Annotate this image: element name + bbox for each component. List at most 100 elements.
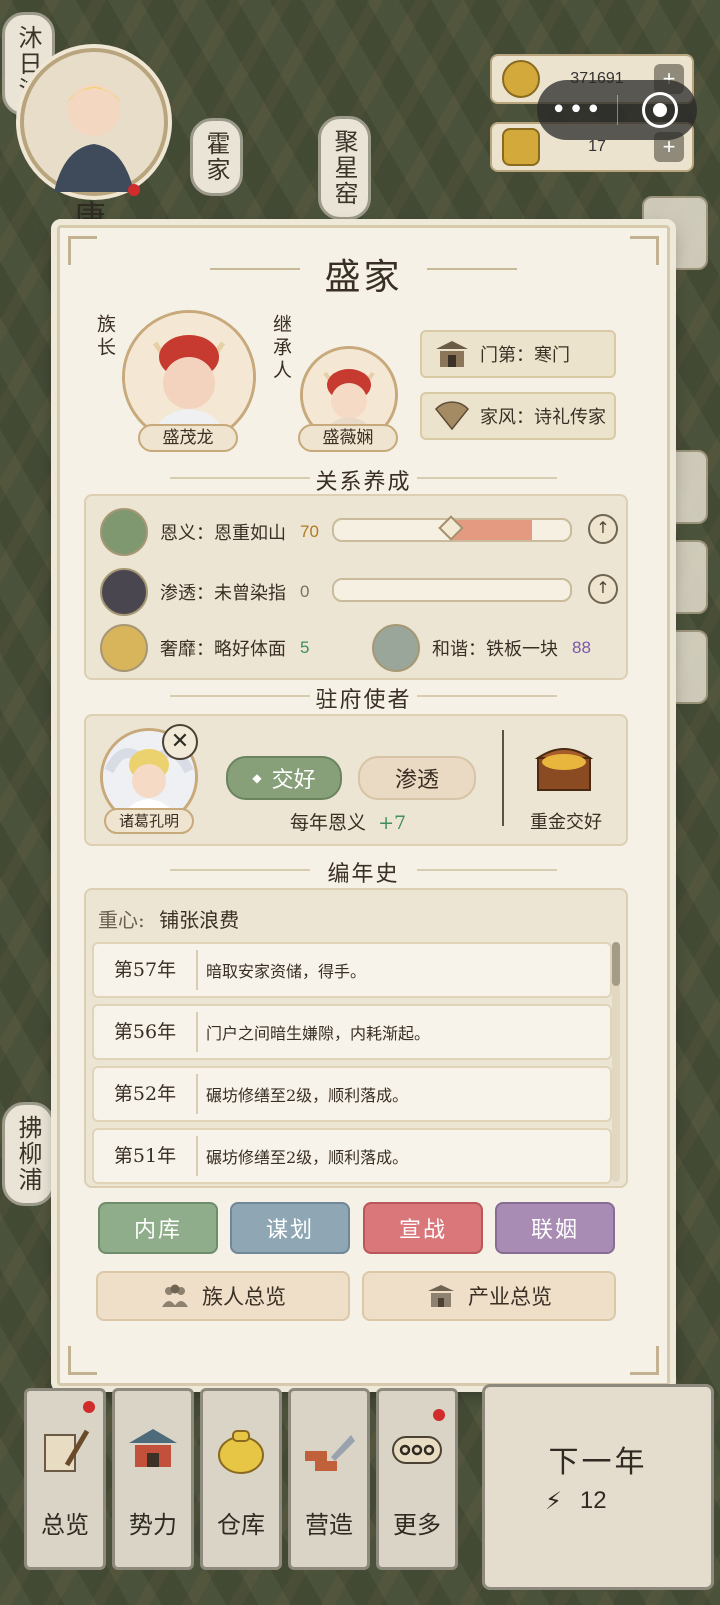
chronicle-entry: 第51年 碾坊修缮至2级，顺利落成。 (92, 1128, 612, 1184)
scrollbar-thumb[interactable] (612, 942, 620, 986)
favor-label: 恩义：恩重如山 (160, 523, 286, 544)
favor-upgrade-button[interactable]: ↑ (588, 514, 618, 544)
ingot-value: 17 (588, 138, 606, 155)
relations-box: 恩义：恩重如山 70 ↑ 渗透：未曾染指 0 ↑ 奢靡：略好体面 5 和谐：铁板… (84, 494, 628, 680)
infiltration-bar (332, 578, 572, 602)
infiltration-upgrade-button[interactable]: ↑ (588, 574, 618, 604)
handshake-icon (100, 508, 148, 556)
favor-row: 恩义：恩重如山 70 (100, 508, 319, 556)
option-infiltrate[interactable]: 渗透 (358, 756, 476, 800)
rank-tag-text: 门第：寒门 (480, 345, 570, 366)
chronicle-entry: 第52年 碾坊修缮至2级，顺利落成。 (92, 1066, 612, 1122)
nav-construction[interactable]: 营造 (288, 1388, 370, 1570)
nav-more-label: 更多 (393, 1511, 441, 1539)
rank-tag: 门第：寒门 (420, 330, 616, 378)
nav-factions-label: 势力 (129, 1511, 177, 1539)
miniprogram-capsule: ••• (537, 80, 697, 140)
next-year-button[interactable]: 下一年 ⚡ 12 (482, 1384, 714, 1590)
player-avatar-icon (54, 84, 134, 192)
leader-label: 族长 (94, 314, 116, 360)
gold-ingot-icon (502, 128, 540, 166)
harmony-row: 和谐：铁板一块 88 (372, 624, 591, 672)
scroll-brush-icon (44, 1429, 90, 1472)
nav-warehouse-label: 仓库 (217, 1511, 265, 1539)
leader-portrait-icon (125, 313, 253, 441)
focus-value: 铺张浪费 (159, 908, 240, 932)
gold-pile-icon (100, 624, 148, 672)
diamond-icon: ◆ (252, 771, 262, 785)
clan-overview-button[interactable]: 族人总览 (96, 1271, 350, 1321)
entry-year: 第52年 (94, 1074, 198, 1114)
family-title: 盛家 (324, 257, 403, 298)
heir-name: 盛薇娴 (298, 424, 398, 452)
harmony-value: 88 (572, 638, 591, 657)
close-icon[interactable]: ✕ (162, 724, 198, 760)
infiltration-value: 0 (300, 582, 310, 601)
coin-icon (502, 60, 540, 98)
nav-factions[interactable]: 势力 (112, 1388, 194, 1570)
clan-overview-label: 族人总览 (202, 1285, 286, 1309)
palace-icon (129, 1429, 177, 1467)
option-befriend[interactable]: ◆ 交好 (226, 756, 342, 800)
chronicle-scrollbar[interactable] (612, 942, 620, 1182)
estate-overview-button[interactable]: 产业总览 (362, 1271, 616, 1321)
family-panel: 盛家 族长 盛茂龙 继承人 盛薇娴 门第：寒门 家风：诗礼传家 关系养成 恩义：… (57, 225, 670, 1386)
envoy-title: 驻府使者 (315, 688, 412, 713)
entry-text: 暗取安家资储，得手。 (206, 962, 367, 981)
notification-dot (433, 1409, 445, 1421)
lightning-icon: ⚡ (545, 1487, 562, 1515)
infiltration-label: 渗透：未曾染指 (160, 583, 286, 604)
nav-construction-label: 营造 (305, 1511, 353, 1539)
focus-line: 重心: 铺张浪费 (98, 904, 239, 933)
nav-overview-label: 总览 (41, 1511, 89, 1539)
nav-more[interactable]: 更多 (376, 1388, 458, 1570)
declare-war-button[interactable]: 宣战 (363, 1202, 483, 1254)
relations-title: 关系养成 (315, 470, 412, 495)
treasure-chest-icon[interactable] (532, 740, 596, 794)
marriage-button[interactable]: 联姻 (495, 1202, 615, 1254)
trowel-bricks-icon (305, 1435, 355, 1471)
player-portrait[interactable] (20, 48, 168, 196)
people-icon (162, 1284, 188, 1307)
place-label-huojia[interactable]: 霍家 (190, 118, 243, 196)
harmony-label: 和谐：铁板一块 (432, 639, 558, 660)
focus-label: 重心: (98, 908, 145, 932)
money-bag-icon (218, 1430, 264, 1474)
chronicle-box[interactable]: 重心: 铺张浪费 第57年 暗取安家资储，得手。 第56年 门户之间暗生嫌隙，内… (84, 888, 628, 1188)
more-menu-button[interactable]: ••• (537, 95, 617, 125)
infiltration-row: 渗透：未曾染指 0 (100, 568, 309, 616)
yearly-favor-label: 每年恩义 (290, 812, 367, 834)
style-tag: 家风：诗礼传家 (420, 392, 616, 440)
favor-value: 70 (300, 522, 319, 541)
building-icon (428, 1285, 454, 1307)
treasury-button[interactable]: 内库 (98, 1202, 218, 1254)
nav-warehouse[interactable]: 仓库 (200, 1388, 282, 1570)
luxury-label: 奢靡：略好体面 (160, 639, 286, 660)
treasury-label: 内库 (133, 1218, 182, 1243)
favor-bar-fill (452, 520, 533, 540)
gift-label[interactable]: 重金交好 (530, 808, 602, 834)
next-year-label: 下一年 (548, 1445, 648, 1480)
envoy-name: 诸葛孔明 (104, 808, 194, 834)
chronicle-entry: 第57年 暗取安家资储，得手。 (92, 942, 612, 998)
leader-name: 盛茂龙 (138, 424, 238, 452)
more-dots-icon (392, 1436, 442, 1464)
close-miniprogram-button[interactable] (642, 92, 678, 128)
declare-war-label: 宣战 (398, 1218, 447, 1243)
entry-year: 第51年 (94, 1136, 198, 1176)
nav-overview[interactable]: 总览 (24, 1388, 106, 1570)
luxury-row: 奢靡：略好体面 5 (100, 624, 309, 672)
luxury-value: 5 (300, 638, 310, 657)
heir-label: 继承人 (270, 314, 292, 383)
scheme-button[interactable]: 谋划 (230, 1202, 350, 1254)
place-label-fuliupu[interactable]: 拂柳浦 (2, 1102, 55, 1206)
notification-dot (83, 1401, 95, 1413)
yearly-favor-value: +7 (378, 812, 407, 834)
option-befriend-label: 交好 (271, 768, 316, 793)
place-label-juxingyao[interactable]: 聚星窑 (318, 116, 371, 220)
energy-value: 12 (579, 1487, 607, 1514)
entry-text: 碾坊修缮至2级，顺利落成。 (206, 1148, 409, 1167)
estate-overview-label: 产业总览 (468, 1285, 552, 1309)
player-notification-dot (128, 184, 140, 196)
entry-year: 第56年 (94, 1012, 198, 1052)
